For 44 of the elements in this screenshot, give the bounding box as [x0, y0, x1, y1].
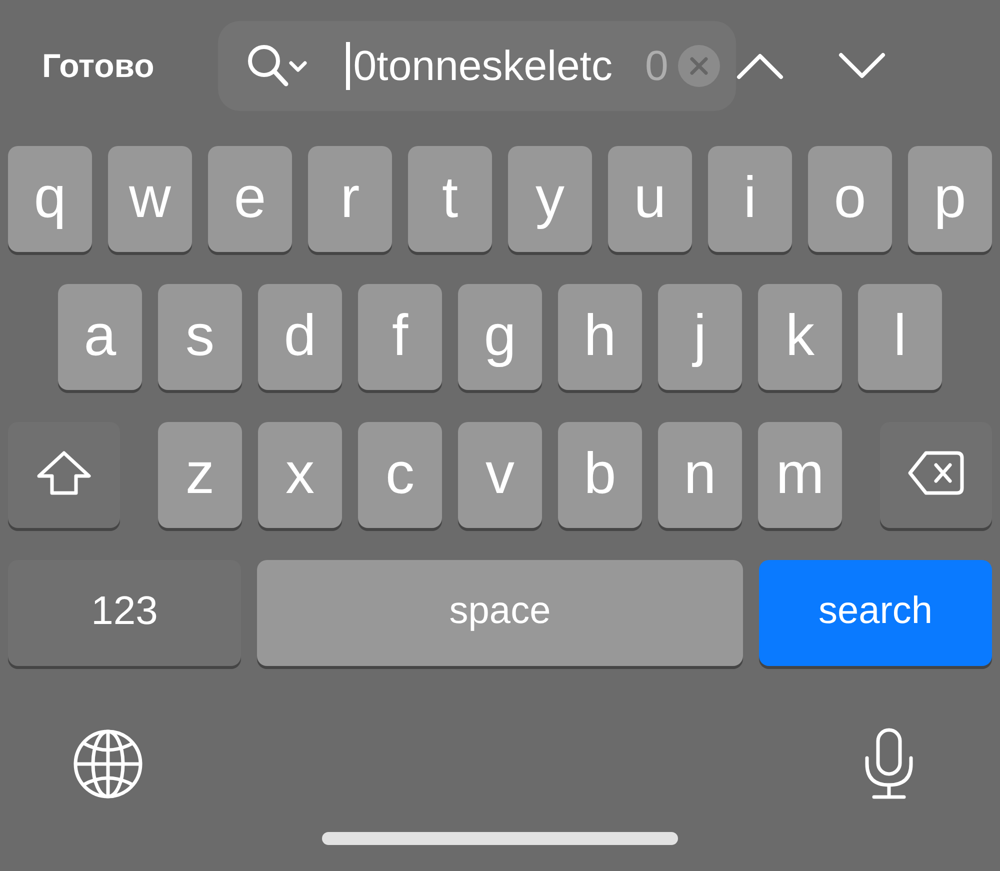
shift-icon: [36, 450, 92, 496]
match-count: 0: [644, 42, 668, 90]
search-field[interactable]: 0tonneskeletc: [346, 42, 645, 90]
key[interactable]: u: [608, 146, 692, 252]
backspace-key[interactable]: [880, 422, 992, 528]
space-key[interactable]: space: [257, 560, 743, 666]
key[interactable]: h: [558, 284, 642, 390]
key[interactable]: y: [508, 146, 592, 252]
microphone-button[interactable]: [864, 728, 914, 800]
key[interactable]: x: [258, 422, 342, 528]
key[interactable]: w: [108, 146, 192, 252]
key[interactable]: c: [358, 422, 442, 528]
key[interactable]: s: [158, 284, 242, 390]
chevron-down-icon: [838, 52, 886, 80]
key[interactable]: p: [908, 146, 992, 252]
key[interactable]: l: [858, 284, 942, 390]
key[interactable]: j: [658, 284, 742, 390]
numbers-key[interactable]: 123: [8, 560, 241, 666]
key[interactable]: v: [458, 422, 542, 528]
globe-button[interactable]: [73, 729, 143, 799]
search-icon: [246, 43, 308, 89]
key[interactable]: k: [758, 284, 842, 390]
backspace-icon: [907, 450, 965, 496]
key[interactable]: g: [458, 284, 542, 390]
chevron-up-icon: [736, 52, 784, 80]
key[interactable]: q: [8, 146, 92, 252]
key[interactable]: f: [358, 284, 442, 390]
key[interactable]: i: [708, 146, 792, 252]
key[interactable]: t: [408, 146, 492, 252]
globe-icon: [73, 729, 143, 799]
key[interactable]: d: [258, 284, 342, 390]
key[interactable]: b: [558, 422, 642, 528]
key[interactable]: m: [758, 422, 842, 528]
shift-key[interactable]: [8, 422, 120, 528]
key[interactable]: n: [658, 422, 742, 528]
done-button[interactable]: Готово: [40, 39, 156, 93]
clear-icon: [678, 45, 720, 87]
key[interactable]: e: [208, 146, 292, 252]
microphone-icon: [864, 728, 914, 800]
key[interactable]: o: [808, 146, 892, 252]
search-key[interactable]: search: [759, 560, 992, 666]
key[interactable]: r: [308, 146, 392, 252]
key[interactable]: a: [58, 284, 142, 390]
key[interactable]: z: [158, 422, 242, 528]
